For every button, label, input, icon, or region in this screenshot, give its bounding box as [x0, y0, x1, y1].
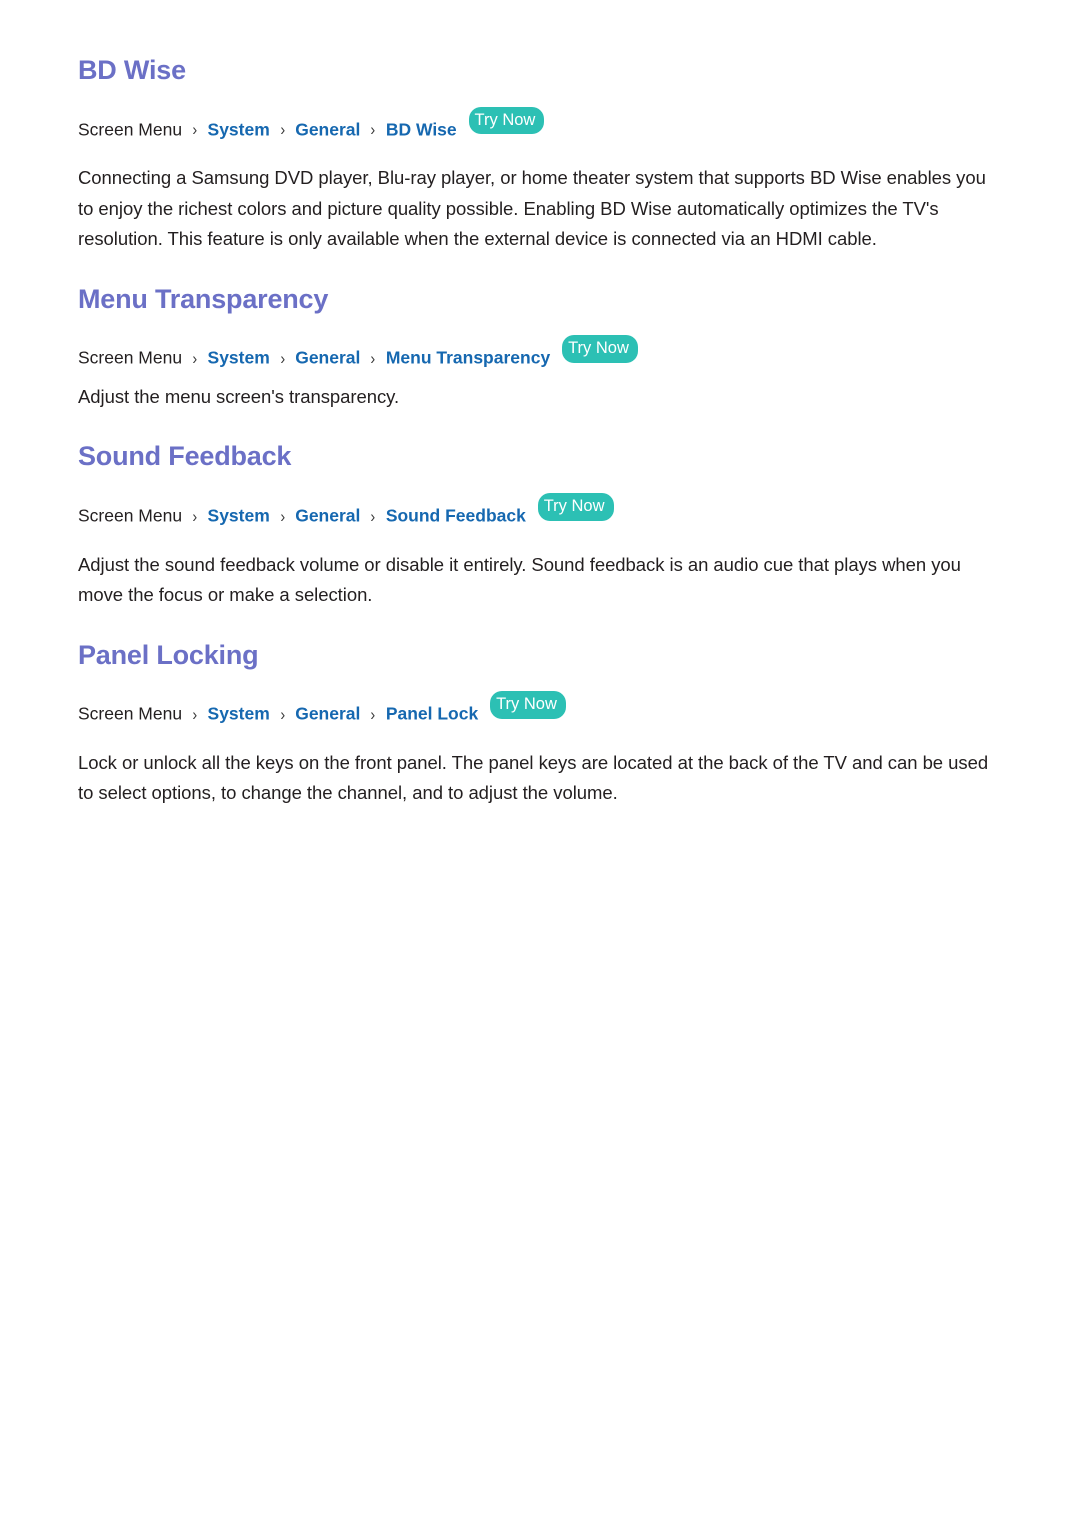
document-page: BD Wise Screen Menu › System › General ›… [0, 0, 1080, 1527]
try-now-badge[interactable]: Try Now [468, 106, 545, 135]
chevron-right-icon: › [280, 506, 285, 526]
breadcrumb-root: Screen Menu [78, 505, 183, 526]
try-now-badge[interactable]: Try Now [490, 691, 566, 719]
chevron-right-icon: › [370, 704, 376, 724]
breadcrumb-item-general[interactable]: General [295, 506, 360, 526]
chevron-right-icon: › [280, 120, 285, 140]
section-sound-feedback: Sound Feedback Screen Menu › System › Ge… [78, 442, 1002, 610]
breadcrumb-panel-locking: Screen Menu › System › General › Panel L… [78, 691, 1002, 728]
page-title-bd-wise: BD Wise [78, 55, 186, 85]
breadcrumb-item-system[interactable]: System [208, 119, 270, 139]
body-text-bd-wise: Connecting a Samsung DVD player, Blu-ray… [78, 167, 986, 250]
breadcrumb-sound-feedback: Screen Menu › System › General › Sound F… [78, 493, 1002, 530]
breadcrumb-root: Screen Menu [78, 119, 183, 140]
breadcrumb-item-general[interactable]: General [295, 119, 360, 139]
body-text-sound-feedback: Adjust the sound feedback volume or disa… [78, 553, 961, 606]
chevron-right-icon: › [192, 348, 198, 368]
document-content: BD Wise Screen Menu › System › General ›… [78, 55, 1002, 809]
body-text-panel-locking: Lock or unlock all the keys on the front… [78, 751, 989, 804]
breadcrumb-bd-wise: Screen Menu › System › General › BD Wise… [78, 106, 1002, 144]
breadcrumb-item-general[interactable]: General [295, 704, 360, 724]
breadcrumb-item-leaf[interactable]: Sound Feedback [386, 506, 526, 526]
try-now-badge[interactable]: Try Now [537, 493, 614, 521]
breadcrumb-item-system[interactable]: System [208, 704, 270, 724]
section-bd-wise: BD Wise Screen Menu › System › General ›… [78, 55, 1002, 255]
breadcrumb-item-leaf[interactable]: BD Wise [386, 119, 457, 139]
chevron-right-icon: › [280, 704, 285, 724]
section-panel-locking: Panel Locking Screen Menu › System › Gen… [78, 639, 1002, 809]
breadcrumb-item-leaf[interactable]: Menu Transparency [386, 348, 550, 368]
chevron-right-icon: › [192, 506, 198, 526]
breadcrumb-item-general[interactable]: General [295, 348, 360, 368]
breadcrumb-item-system[interactable]: System [208, 506, 270, 526]
chevron-right-icon: › [370, 348, 376, 368]
page-title-panel-locking: Panel Locking [78, 639, 259, 670]
section-menu-transparency: Menu Transparency Screen Menu › System ›… [78, 283, 1002, 413]
breadcrumb-menu-transparency: Screen Menu › System › General › Menu Tr… [78, 335, 1002, 372]
breadcrumb-root: Screen Menu [78, 703, 183, 724]
breadcrumb-item-leaf[interactable]: Panel Lock [386, 704, 478, 724]
body-text-menu-transparency: Adjust the menu screen's transparency. [78, 385, 400, 407]
page-title-menu-transparency: Menu Transparency [78, 283, 329, 314]
page-title-sound-feedback: Sound Feedback [78, 441, 292, 472]
chevron-right-icon: › [192, 120, 198, 140]
chevron-right-icon: › [370, 120, 376, 140]
breadcrumb-root: Screen Menu [78, 347, 183, 368]
chevron-right-icon: › [370, 506, 376, 526]
chevron-right-icon: › [280, 348, 285, 368]
try-now-badge[interactable]: Try Now [562, 335, 638, 363]
breadcrumb-item-system[interactable]: System [208, 348, 270, 368]
chevron-right-icon: › [192, 704, 198, 724]
